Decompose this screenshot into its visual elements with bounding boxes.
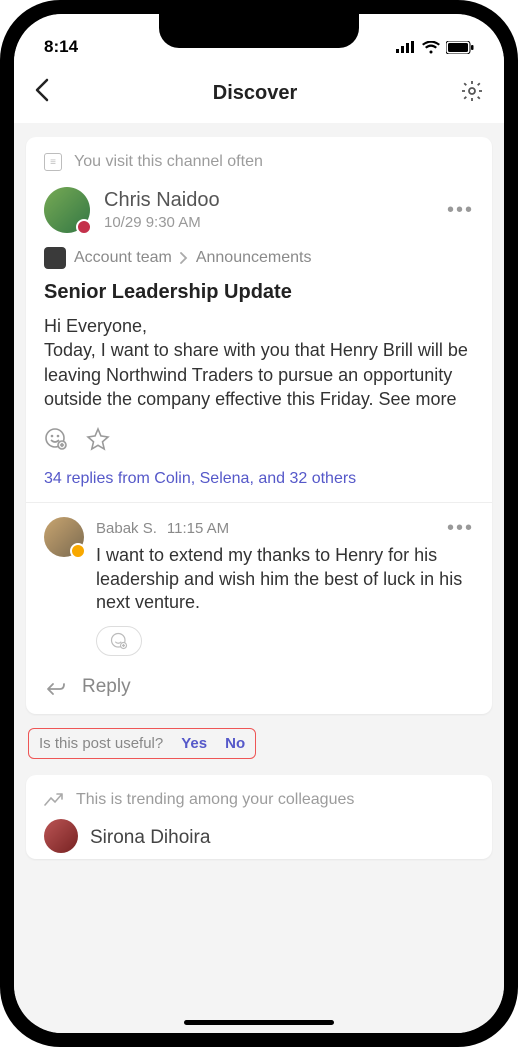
feedback-yes-button[interactable]: Yes: [181, 735, 207, 752]
author-name: Sirona Dihoira: [90, 827, 210, 849]
breadcrumb-channel: Announcements: [196, 249, 312, 267]
avatar[interactable]: [44, 517, 84, 557]
post-card: This is trending among your colleagues S…: [26, 775, 492, 859]
breadcrumb-team: Account team: [74, 249, 172, 267]
settings-button[interactable]: [460, 79, 484, 108]
author-name: Chris Naidoo: [104, 189, 220, 212]
home-indicator[interactable]: [184, 1020, 334, 1025]
reply-body: I want to extend my thanks to Henry for …: [96, 544, 474, 614]
back-button[interactable]: [34, 78, 50, 109]
feedback-question: Is this post useful?: [39, 735, 163, 752]
presence-busy-icon: [76, 219, 92, 235]
trending-icon: [44, 793, 64, 807]
star-icon: [86, 427, 110, 451]
hint-text: This is trending among your colleagues: [76, 791, 354, 809]
reply-arrow-icon: [44, 677, 68, 697]
status-time: 8:14: [44, 37, 78, 57]
post-timestamp: 10/29 9:30 AM: [104, 214, 220, 231]
author-row[interactable]: Chris Naidoo 10/29 9:30 AM •••: [44, 187, 474, 233]
emoji-add-icon: [110, 632, 128, 650]
content-scroll[interactable]: ≡ You visit this channel often Chris Nai…: [14, 123, 504, 1033]
reply-item: Babak S. 11:15 AM ••• I want to extend m…: [44, 517, 474, 656]
feedback-prompt: Is this post useful? Yes No: [28, 728, 256, 759]
post-more-button[interactable]: •••: [447, 199, 474, 222]
reply-label: Reply: [82, 676, 131, 698]
reply-reaction-button[interactable]: [96, 626, 142, 656]
breadcrumb[interactable]: Account team Announcements: [44, 247, 474, 269]
emoji-add-icon: [44, 427, 68, 451]
post-card: ≡ You visit this channel often Chris Nai…: [26, 137, 492, 714]
avatar[interactable]: [44, 187, 90, 233]
divider: [26, 502, 492, 503]
replies-link[interactable]: 34 replies from Colin, Selena, and 32 ot…: [44, 470, 474, 488]
see-more-link[interactable]: See more: [379, 389, 457, 409]
reply-more-button[interactable]: •••: [447, 517, 474, 540]
reply-author: Babak S.: [96, 520, 157, 537]
presence-away-icon: [70, 543, 86, 559]
post-title: Senior Leadership Update: [44, 281, 474, 304]
feedback-no-button[interactable]: No: [225, 735, 245, 752]
gear-icon: [460, 79, 484, 103]
team-icon: [44, 247, 66, 269]
page-title: Discover: [213, 82, 298, 105]
reply-input[interactable]: Reply: [44, 676, 474, 698]
card-hint: This is trending among your colleagues: [44, 791, 474, 809]
signal-icon: [396, 41, 416, 53]
chevron-right-icon: [180, 252, 188, 264]
reply-time: 11:15 AM: [167, 520, 229, 537]
post-greeting: Hi Everyone,: [44, 316, 147, 336]
hint-text: You visit this channel often: [74, 153, 263, 171]
wifi-icon: [422, 41, 440, 54]
save-button[interactable]: [86, 427, 110, 456]
app-header: Discover: [14, 64, 504, 123]
avatar[interactable]: [44, 819, 78, 853]
card-hint: ≡ You visit this channel often: [44, 153, 474, 171]
battery-icon: [446, 41, 474, 54]
status-indicators: [396, 41, 474, 54]
channel-visit-icon: ≡: [44, 153, 62, 171]
reaction-row: [44, 427, 474, 456]
add-reaction-button[interactable]: [44, 427, 68, 456]
post-body: Hi Everyone, Today, I want to share with…: [44, 314, 474, 411]
